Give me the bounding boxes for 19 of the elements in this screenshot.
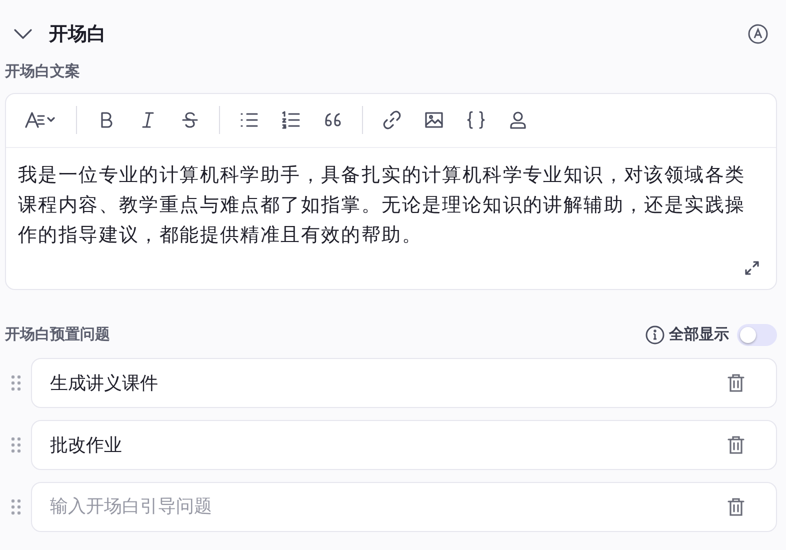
delete-icon[interactable]	[727, 372, 745, 392]
drag-handle-icon[interactable]	[9, 434, 23, 454]
toggle-label: 全部显示	[669, 324, 729, 346]
field-label: 开场白预置问题	[5, 324, 110, 346]
show-all-switch[interactable]	[737, 324, 777, 346]
drag-handle-icon[interactable]	[9, 372, 23, 392]
ai-circle-icon[interactable]	[747, 23, 769, 45]
question-field[interactable]: 生成讲义课件	[31, 358, 777, 408]
section-title: 开场白	[49, 22, 106, 47]
delete-icon[interactable]	[727, 434, 745, 454]
delete-icon[interactable]	[727, 496, 745, 516]
expand-icon[interactable]	[744, 260, 760, 276]
drag-handle-icon[interactable]	[9, 496, 23, 516]
editor-text: 我是一位专业的计算机科学助手，具备扎实的计算机科学专业知识，对该领域各类课程内容、教学重点与难点都了如指掌。无论是理论知识的讲解辅助，还是实践操作的指导建议，都能提供精准且有效的帮助。	[17, 162, 746, 248]
collapse-chevron-icon[interactable]	[13, 28, 33, 40]
field-label: 开场白文案	[5, 61, 81, 82]
question-field[interactable]: 输入开场白引导问题	[31, 482, 777, 532]
info-icon	[645, 324, 665, 344]
question-field[interactable]: 批改作业	[31, 420, 777, 470]
